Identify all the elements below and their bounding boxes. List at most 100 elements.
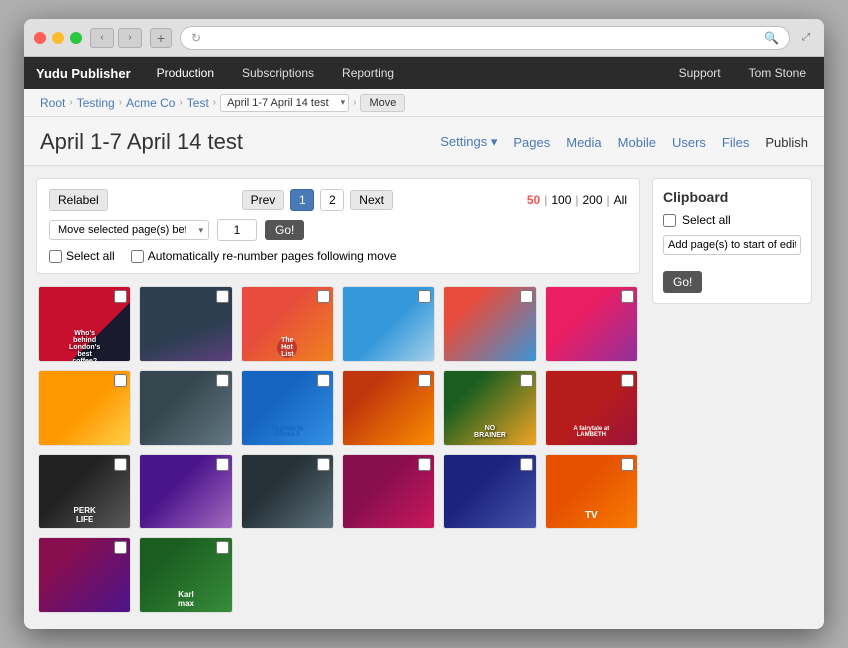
- page-thumb[interactable]: ⚙19: [38, 537, 131, 613]
- per-page-sep2: |: [575, 193, 578, 207]
- page-thumb[interactable]: ⚙4: [342, 286, 435, 362]
- page-checkbox[interactable]: [216, 290, 229, 303]
- select-all-checkbox-label[interactable]: Select all: [49, 249, 115, 263]
- page-checkbox[interactable]: [317, 458, 330, 471]
- breadcrumb-testing[interactable]: Testing: [77, 96, 115, 110]
- app-nav: Yudu Publisher Production Subscriptions …: [24, 57, 824, 89]
- page-thumb[interactable]: A fairytale atLAMBETH⚙12: [545, 370, 638, 446]
- clipboard-dropdown[interactable]: Add page(s) to start of edition: [663, 235, 801, 255]
- tab-publish[interactable]: Publish: [765, 135, 808, 150]
- page-thumb[interactable]: ⚙17: [443, 454, 536, 530]
- per-page-200[interactable]: 200: [583, 193, 603, 207]
- page-thumb[interactable]: ⚙6: [545, 286, 638, 362]
- breadcrumb-sep-2: ›: [119, 97, 122, 108]
- select-all-checkbox[interactable]: [49, 250, 62, 263]
- page-checkbox[interactable]: [216, 541, 229, 554]
- page-thumb[interactable]: Karlmax⚙20: [139, 537, 232, 613]
- breadcrumb-acme-co[interactable]: Acme Co: [126, 96, 175, 110]
- nav-subscriptions[interactable]: Subscriptions: [236, 62, 320, 84]
- page-checkbox[interactable]: [621, 374, 634, 387]
- page-thumb[interactable]: ⚙14: [139, 454, 232, 530]
- address-bar: ↻ 🔍: [180, 26, 790, 50]
- refresh-icon: ↻: [191, 31, 201, 45]
- page-2-button[interactable]: 2: [320, 189, 344, 211]
- page-content: April 1-7 April 14 test Settings ▾ Pages…: [24, 117, 824, 629]
- page-checkbox[interactable]: [520, 374, 533, 387]
- page-thumb[interactable]: TV⚙18: [545, 454, 638, 530]
- clipboard-select-all-checkbox[interactable]: [663, 214, 676, 227]
- page-thumb[interactable]: ⚙10: [342, 370, 435, 446]
- minimize-button[interactable]: [52, 32, 64, 44]
- page-thumb[interactable]: Upgrade toiPhone 5⚙9: [241, 370, 334, 446]
- address-input[interactable]: [209, 31, 756, 45]
- page-checkbox[interactable]: [114, 290, 127, 303]
- main-area: Relabel Prev 1 2 Next 50 | 100 | 20: [24, 166, 824, 629]
- page-checkbox[interactable]: [418, 374, 431, 387]
- page-thumb[interactable]: PERKLIFE⚙13: [38, 454, 131, 530]
- page-checkbox[interactable]: [621, 290, 634, 303]
- move-go-button[interactable]: Go!: [265, 220, 304, 240]
- page-checkbox[interactable]: [216, 374, 229, 387]
- page-thumb[interactable]: Who'sbehindLondon'sbestcoffee?⚙Edit Intr…: [38, 286, 131, 362]
- tab-pages[interactable]: Pages: [513, 135, 550, 150]
- page-thumb[interactable]: NOBRAINER⚙11: [443, 370, 536, 446]
- page-thumb[interactable]: ⚙16: [342, 454, 435, 530]
- per-page-50[interactable]: 50: [527, 193, 540, 207]
- relabel-button[interactable]: Relabel: [49, 189, 108, 211]
- page-thumb[interactable]: ⚙5: [443, 286, 536, 362]
- forward-button[interactable]: ›: [118, 28, 142, 48]
- clipboard-go-button[interactable]: Go!: [663, 271, 702, 293]
- tab-settings[interactable]: Settings ▾: [440, 134, 497, 150]
- clipboard-panel: Clipboard Select all Add page(s) to star…: [652, 178, 812, 617]
- per-page-all[interactable]: All: [614, 193, 627, 207]
- page-checkbox[interactable]: [114, 458, 127, 471]
- nav-buttons: ‹ ›: [90, 28, 142, 48]
- move-select[interactable]: Move selected page(s) before: [49, 220, 209, 240]
- tab-media[interactable]: Media: [566, 135, 601, 150]
- per-page-100[interactable]: 100: [551, 193, 571, 207]
- page-1-button[interactable]: 1: [290, 189, 314, 211]
- maximize-button[interactable]: [70, 32, 82, 44]
- back-button[interactable]: ‹: [90, 28, 114, 48]
- page-checkbox[interactable]: [114, 374, 127, 387]
- page-checkbox[interactable]: [317, 290, 330, 303]
- page-checkbox[interactable]: [418, 458, 431, 471]
- prev-button[interactable]: Prev: [242, 190, 285, 210]
- breadcrumb-root[interactable]: Root: [40, 96, 65, 110]
- page-checkbox[interactable]: [520, 458, 533, 471]
- move-page-input[interactable]: [217, 219, 257, 241]
- page-checkbox[interactable]: [621, 458, 634, 471]
- page-tabs: Settings ▾ Pages Media Mobile Users File…: [440, 134, 808, 150]
- page-thumb[interactable]: TheHotList⚙3: [241, 286, 334, 362]
- page-thumb[interactable]: ⚙8: [139, 370, 232, 446]
- controls-row2: Move selected page(s) before Go!: [49, 219, 627, 241]
- tab-files[interactable]: Files: [722, 135, 749, 150]
- page-thumb[interactable]: ⚙2: [139, 286, 232, 362]
- page-checkbox[interactable]: [418, 290, 431, 303]
- clipboard-select-all-text: Select all: [682, 213, 731, 227]
- breadcrumb-move-button[interactable]: Move: [360, 94, 405, 112]
- auto-renumber-label[interactable]: Automatically re-number pages following …: [131, 249, 397, 263]
- per-page-links: 50 | 100 | 200 | All: [527, 193, 627, 207]
- close-button[interactable]: [34, 32, 46, 44]
- expand-button[interactable]: ⤢: [798, 30, 814, 46]
- page-checkbox[interactable]: [114, 541, 127, 554]
- next-button[interactable]: Next: [350, 190, 393, 210]
- page-checkbox[interactable]: [216, 458, 229, 471]
- page-checkbox[interactable]: [520, 290, 533, 303]
- breadcrumb-test[interactable]: Test: [187, 96, 209, 110]
- clipboard-select-all-label[interactable]: Select all: [663, 213, 801, 227]
- page-thumb[interactable]: ⚙7: [38, 370, 131, 446]
- auto-renumber-checkbox[interactable]: [131, 250, 144, 263]
- tab-mobile[interactable]: Mobile: [618, 135, 656, 150]
- nav-production[interactable]: Production: [151, 62, 220, 84]
- nav-support[interactable]: Support: [673, 62, 727, 84]
- title-bar: ‹ › + ↻ 🔍 ⤢: [24, 19, 824, 57]
- breadcrumb-edition-select[interactable]: April 1-7 April 14 test: [220, 94, 349, 112]
- nav-user[interactable]: Tom Stone: [743, 62, 812, 84]
- page-thumb[interactable]: ⚙15: [241, 454, 334, 530]
- new-tab-button[interactable]: +: [150, 28, 172, 48]
- nav-reporting[interactable]: Reporting: [336, 62, 400, 84]
- tab-users[interactable]: Users: [672, 135, 706, 150]
- page-checkbox[interactable]: [317, 374, 330, 387]
